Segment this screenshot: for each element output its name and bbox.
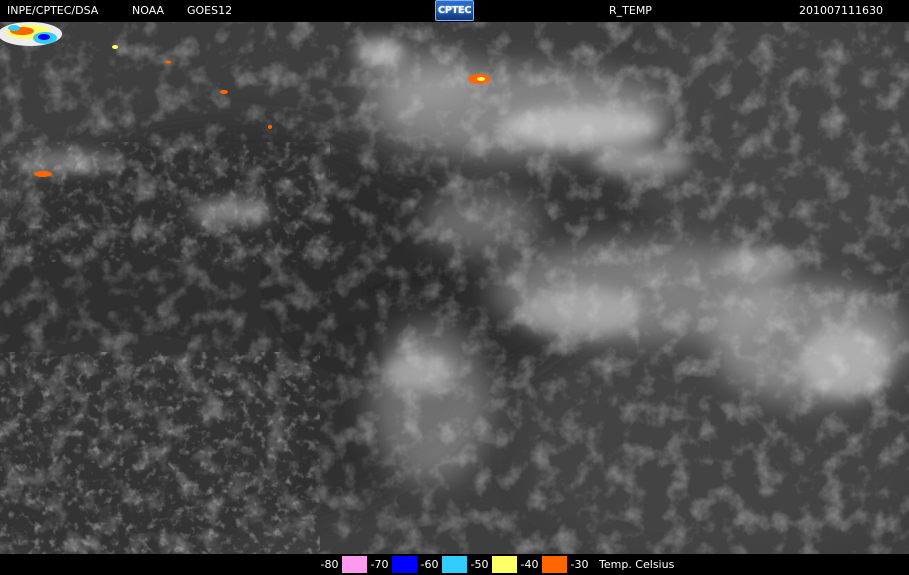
product-label: R_TEMP <box>609 4 652 17</box>
legend-label: -50 <box>467 556 492 573</box>
legend-unit-label: Temp. Celsius <box>599 558 675 571</box>
legend-label: -40 <box>517 556 542 573</box>
legend-label: -30 <box>567 556 592 573</box>
logo-text: CPTEC <box>437 5 472 16</box>
legend-label: -60 <box>417 556 442 573</box>
legend-color-swatch <box>342 556 367 573</box>
satellite-image-canvas <box>0 22 909 554</box>
agency-label: NOAA <box>132 4 165 17</box>
cptec-logo: CPTEC <box>435 0 474 21</box>
legend-label: -80 <box>317 556 342 573</box>
temperature-legend: -80 -70 -60 -50 -40 -30 Temp. Celsius <box>0 554 909 575</box>
satellite-label: GOES12 <box>187 4 233 17</box>
legend-color-swatch <box>442 556 467 573</box>
satellite-image <box>0 22 909 554</box>
timestamp-label: 201007111630 <box>799 4 883 17</box>
legend-color-swatch <box>542 556 567 573</box>
legend-color-swatch <box>392 556 417 573</box>
legend-label: -70 <box>367 556 392 573</box>
source-label: INPE/CPTEC/DSA <box>7 4 99 17</box>
header-bar: INPE/CPTEC/DSA NOAA GOES12 CPTEC R_TEMP … <box>0 0 909 22</box>
legend-color-swatch <box>492 556 517 573</box>
